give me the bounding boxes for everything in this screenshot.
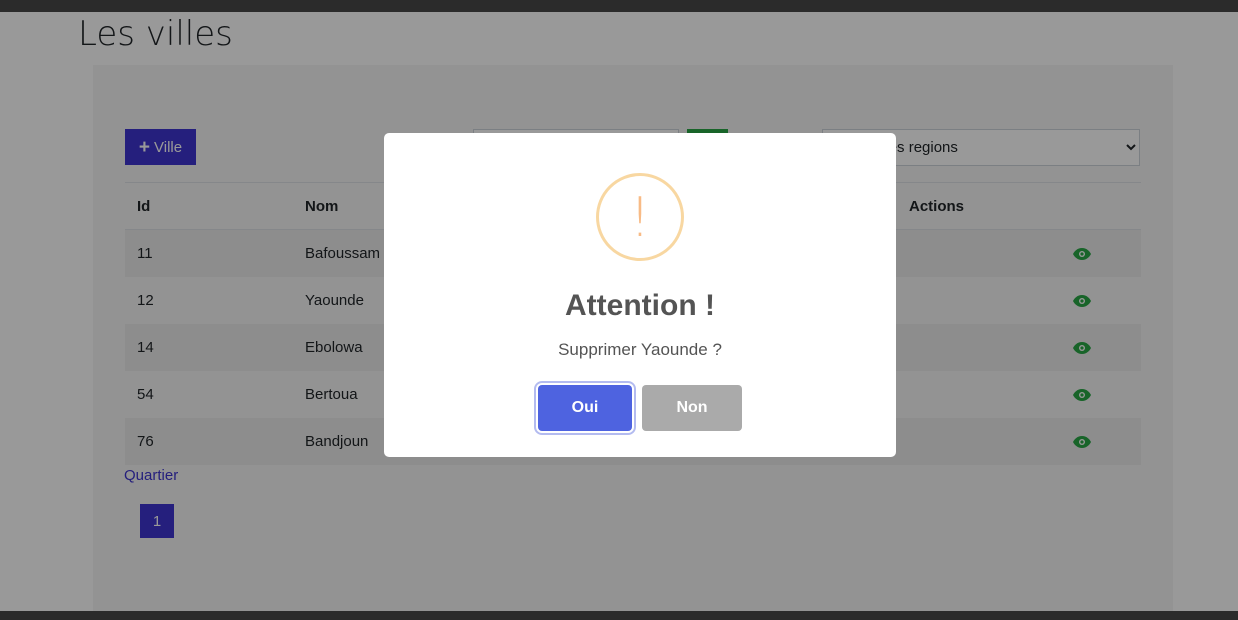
dialog-message: Supprimer Yaounde ? (558, 340, 722, 359)
top-bar (0, 0, 1238, 12)
dialog-title: Attention ! (565, 289, 715, 322)
bottom-bar (0, 611, 1238, 620)
confirm-button[interactable]: Oui (538, 385, 632, 431)
cancel-button[interactable]: Non (642, 385, 742, 431)
warning-icon: ! (596, 173, 684, 261)
confirm-delete-dialog: ! Attention ! Supprimer Yaounde ? Oui No… (384, 133, 896, 457)
